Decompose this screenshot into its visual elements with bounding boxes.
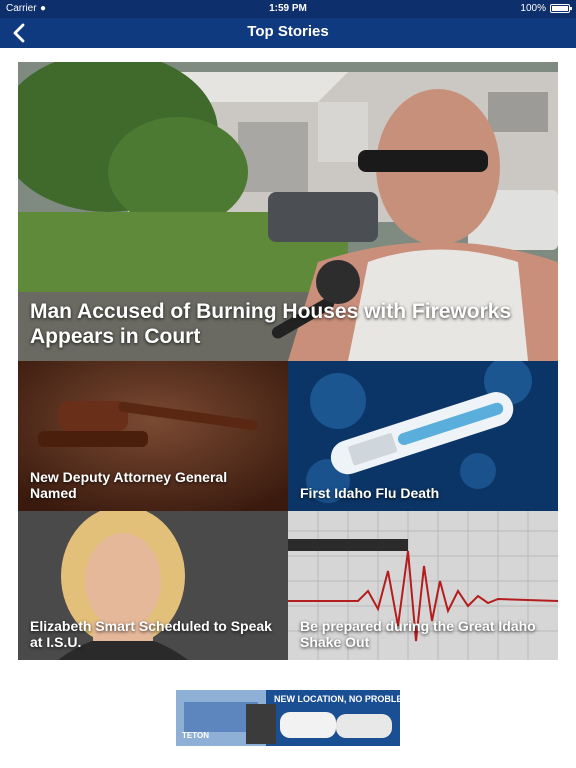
battery-percent: 100%	[520, 3, 546, 14]
story-tile-deputy-attorney[interactable]: New Deputy Attorney General Named	[18, 361, 288, 511]
story-tile-flu-death[interactable]: First Idaho Flu Death	[288, 361, 558, 511]
status-bar: Carrier ● 1:59 PM 100%	[0, 0, 576, 18]
story-tile-shake-out[interactable]: Be prepared during the Great Idaho Shake…	[288, 511, 558, 660]
ad-banner[interactable]: NEW LOCATION, NO PROBLEM. TETON	[176, 690, 400, 746]
story-tile-elizabeth-smart[interactable]: Elizabeth Smart Scheduled to Speak at I.…	[18, 511, 288, 660]
page-title: Top Stories	[247, 23, 329, 40]
story-title-deputy-attorney: New Deputy Attorney General Named	[30, 469, 228, 501]
ad-brand: TETON	[182, 731, 209, 740]
status-time: 1:59 PM	[269, 3, 307, 14]
story-title-shake-out: Be prepared during the Great Idaho Shake…	[300, 618, 536, 650]
story-title-hero: Man Accused of Burning Houses with Firew…	[30, 300, 512, 348]
stories-grid: Man Accused of Burning Houses with Firew…	[18, 62, 558, 660]
story-tile-hero[interactable]: Man Accused of Burning Houses with Firew…	[18, 62, 558, 361]
ad-headline: NEW LOCATION, NO PROBLEM.	[274, 694, 400, 704]
battery-icon	[550, 4, 572, 13]
battery-status: 100%	[520, 3, 572, 14]
story-title-elizabeth-smart: Elizabeth Smart Scheduled to Speak at I.…	[30, 618, 272, 650]
nav-bar: Top Stories	[0, 18, 576, 48]
story-title-flu-death: First Idaho Flu Death	[300, 485, 440, 501]
